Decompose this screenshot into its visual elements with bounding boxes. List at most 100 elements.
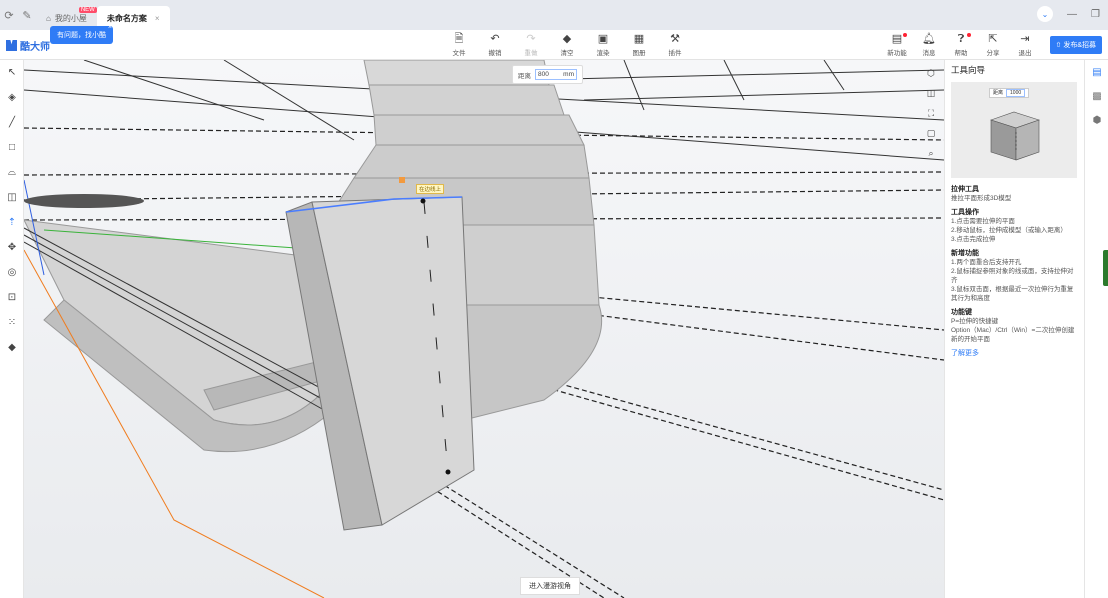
home-icon: ⌂ [46, 13, 51, 23]
move-tool-icon[interactable]: ✥ [0, 235, 24, 260]
zoom-window-icon[interactable]: ⌕ [924, 146, 938, 160]
help-button[interactable]: ❓︎ 帮助 [948, 32, 974, 57]
eraser-icon: ◆ [562, 33, 572, 45]
guide-panel-icon[interactable]: ▤ [1085, 60, 1108, 84]
new-feature-item: 1.两个面重合后支持开孔 [951, 259, 1022, 266]
share-label: 分享 [986, 50, 1000, 57]
redo-button[interactable]: ↷ 重做 [518, 32, 544, 57]
snap-point [420, 198, 426, 204]
select-tool-icon[interactable]: ↖ [0, 60, 24, 85]
operation-step: 3.点击完成拉伸 [951, 236, 996, 243]
array-tool-icon[interactable]: ⁙ [0, 310, 24, 335]
share-button[interactable]: ⇱ 分享 [980, 32, 1006, 57]
render-label: 渲染 [596, 50, 610, 57]
tab-label: 未命名方案 [106, 13, 147, 23]
exit-button[interactable]: ⇥ 退出 [1012, 32, 1038, 57]
help-tooltip[interactable]: 有问题，找小酷 × [50, 24, 113, 44]
redo-label: 重做 [524, 50, 538, 57]
logo-text: 酷大师 [20, 42, 50, 53]
operation-step: 2.移动鼠标，拉伸成模型（或输入距离） [951, 227, 1067, 234]
tab-label: 我的小屋 [54, 13, 87, 23]
arc-tool-icon[interactable]: ⌓ [0, 160, 24, 185]
new-feature-button[interactable]: ▤ 新功能 [884, 32, 910, 57]
gift-icon: ▤ [891, 33, 903, 45]
refresh-icon[interactable]: ⟳ [0, 0, 18, 30]
panel-title: 工具向导 [951, 65, 986, 75]
tab-close-icon[interactable]: × [155, 14, 160, 23]
undo-button[interactable]: ↶ 撤销 [482, 32, 508, 57]
rotate-tool-icon[interactable]: ◎ [0, 260, 24, 285]
side-panel-handle[interactable] [1103, 250, 1108, 286]
logo-icon [6, 40, 17, 51]
material-panel-icon[interactable]: ▩ [1085, 84, 1108, 108]
clear-button[interactable]: ◆ 清空 [554, 32, 580, 57]
exit-label: 退出 [1018, 50, 1032, 57]
pushpull-tool-icon[interactable]: ⇡ [0, 210, 24, 235]
render-button[interactable]: ▣ 渲染 [590, 32, 616, 57]
new-feature-item: 2.鼠标捕捉参照对象的线或面，支持拉伸对齐 [951, 268, 1074, 284]
rectangle-tool-icon[interactable]: □ [0, 135, 24, 160]
disc-object[interactable] [24, 194, 144, 208]
preview-cube-icon [990, 111, 1040, 161]
undo-label: 撤销 [488, 50, 502, 57]
clear-label: 清空 [560, 50, 574, 57]
snap-hint-label: 在边线上 [416, 184, 445, 194]
scene-canvas[interactable] [24, 60, 944, 598]
bell-icon: 🔔︎ [922, 33, 936, 45]
view-controls: ⬡ ◫ ⛶ ▢ ⌕ [924, 66, 938, 160]
publish-label: 发布&招募 [1063, 42, 1096, 49]
chevron-down-icon[interactable]: ⌄ [1037, 6, 1054, 22]
offset-tool-icon[interactable]: ◫ [0, 185, 24, 210]
main-toolbar: 酷大师 有问题，找小酷 × 🗎 文件 ↶ 撤销 ↷ 重做 ◆ 清空 ▣ 渲染 ▦ 图册 ⚒ 插… [0, 24, 1108, 60]
notification-dot [903, 33, 907, 37]
paint-tool-icon[interactable]: ◈ [0, 85, 24, 110]
share-icon: ⇱ [988, 33, 998, 45]
notification-dot [967, 33, 971, 37]
new-feature-label: 新功能 [887, 50, 907, 57]
restore-icon[interactable]: ❐ [1091, 9, 1100, 20]
end-point [445, 469, 451, 475]
drawing-label: 图册 [632, 50, 646, 57]
message-button[interactable]: 🔔︎ 消息 [916, 32, 942, 57]
cube-view-icon[interactable]: ⬡ [924, 66, 938, 80]
pin-icon[interactable]: ✎ [18, 0, 36, 30]
material-tool-icon[interactable]: ◆ [0, 335, 24, 360]
enter-tour-button[interactable]: 进入漫游视角 [520, 577, 580, 595]
new-features-heading: 新增功能 [951, 250, 979, 257]
tooltip-close-icon[interactable]: × [108, 24, 112, 31]
model-library-icon[interactable]: ⬢ [1085, 108, 1108, 132]
render-icon: ▣ [597, 33, 609, 45]
3d-viewport[interactable]: 在边线上 距离 800 mm ⬡ ◫ ⛶ ▢ ⌕ 进入漫游视角 [24, 60, 944, 598]
publish-button[interactable]: ⇧ 发布&招募 [1049, 36, 1102, 54]
section-icon[interactable]: ▢ [924, 126, 938, 140]
file-icon: 🗎 [454, 33, 464, 45]
tool-name: 拉伸工具 [951, 186, 979, 193]
fit-view-icon[interactable]: ⛶ [924, 106, 938, 120]
tooltip-text: 有问题，找小酷 [57, 32, 106, 39]
plugin-icon: ⚒ [670, 33, 680, 45]
tool-description: 推拉平面形成3D模型 [951, 195, 1012, 202]
scale-tool-icon[interactable]: ⊡ [0, 285, 24, 310]
minimize-icon[interactable]: — [1067, 9, 1077, 20]
drawing-button[interactable]: ▦ 图册 [626, 32, 652, 57]
toolbar-right: ▤ 新功能 🔔︎ 消息 ❓︎ 帮助 ⇱ 分享 ⇥ 退出 [884, 32, 1038, 57]
redo-icon: ↷ [526, 33, 536, 45]
hotkey-item: Option（Mac）/Ctrl（Win）=二次拉伸创建新的开始平面 [951, 327, 1075, 343]
left-tool-rail: ↖ ◈ ╱ □ ⌓ ◫ ⇡ ✥ ◎ ⊡ ⁙ ◆ [0, 60, 24, 598]
drawing-icon: ▦ [633, 33, 645, 45]
learn-more-link[interactable]: 了解更多 [951, 348, 1078, 358]
perspective-icon[interactable]: ◫ [924, 86, 938, 100]
toolbar-center: 🗎 文件 ↶ 撤销 ↷ 重做 ◆ 清空 ▣ 渲染 ▦ 图册 ⚒ 插件 [446, 32, 688, 57]
distance-label: 距离 [518, 72, 531, 80]
distance-input-box[interactable]: 距离 800 mm [512, 65, 583, 84]
operation-step: 1.点击需要拉伸的平面 [951, 218, 1015, 225]
tool-guide-panel: 工具向导 距离 1000 拉伸工具 推拉平面形成3D模型 工具操作 1.点击需要… [944, 60, 1084, 598]
plugin-button[interactable]: ⚒ 插件 [662, 32, 688, 57]
new-feature-item: 3.鼠标双击面，根据最近一次拉伸行为重复其行为和高度 [951, 286, 1074, 302]
app-logo[interactable]: 酷大师 [6, 38, 50, 53]
distance-field[interactable]: 800 mm [535, 69, 577, 80]
file-button[interactable]: 🗎 文件 [446, 32, 472, 57]
help-icon: ❓︎ [957, 33, 965, 45]
new-badge: NEW [78, 7, 97, 13]
line-tool-icon[interactable]: ╱ [0, 110, 24, 135]
